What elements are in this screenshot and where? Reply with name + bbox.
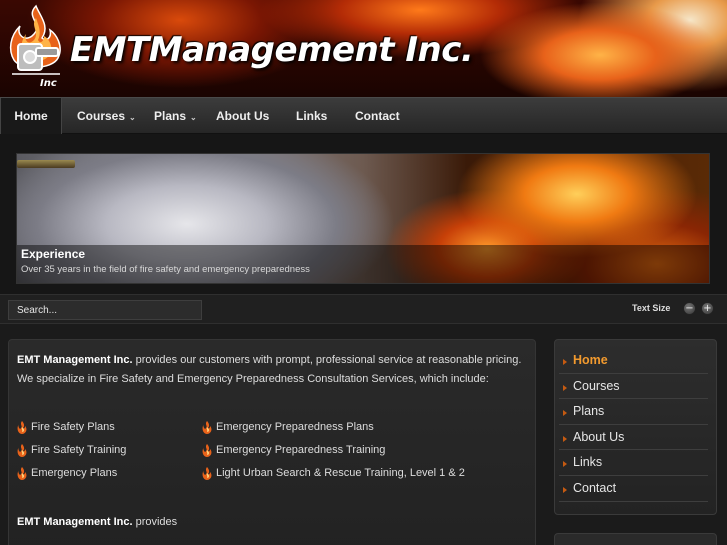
sidebar-item-contact[interactable]: Contact — [559, 476, 708, 502]
provides-text: provides — [132, 516, 178, 528]
list-item: Emergency Preparedness Plans — [202, 416, 465, 439]
nav-contact-label: Contact — [355, 109, 400, 123]
triangle-bullet-icon — [563, 461, 567, 468]
main-nav: Home Courses ⌄ Plans ⌄ About Us Links Cont… — [0, 97, 727, 136]
intro-paragraph: EMT Management Inc. provides our custome… — [17, 351, 527, 389]
nav-home[interactable]: Home — [0, 98, 62, 136]
toolbar: Text Size − + — [0, 294, 727, 324]
list-item: Emergency Preparedness Training — [202, 439, 465, 462]
chevron-down-icon: ⌄ — [190, 113, 197, 122]
triangle-bullet-icon — [563, 410, 567, 417]
slideshow-container: Experience Over 35 years in the field of… — [0, 134, 727, 294]
service-label: Light Urban Search & Rescue Training, Le… — [216, 467, 465, 479]
nav-plans-label: Plans — [154, 109, 187, 123]
list-item: Fire Safety Plans — [17, 416, 126, 439]
services-list-left: Fire Safety Plans Fire Safety Training E… — [17, 416, 126, 485]
nav-about-us[interactable]: About Us — [216, 98, 269, 135]
sidebar-item-links[interactable]: Links — [559, 450, 708, 476]
service-label: Emergency Preparedness Plans — [216, 421, 374, 433]
slide-caption-text: Over 35 years in the field of fire safet… — [21, 264, 310, 275]
flame-icon — [17, 421, 27, 434]
service-label: Fire Safety Training — [31, 444, 127, 456]
svg-text:Inc: Inc — [40, 78, 57, 89]
nav-contact[interactable]: Contact — [355, 98, 400, 135]
flame-icon — [17, 444, 27, 457]
nav-courses-label: Courses — [77, 109, 126, 123]
sidebar-item-about-us[interactable]: About Us — [559, 425, 708, 451]
fire-emblem-icon[interactable]: Inc — [6, 4, 66, 92]
triangle-bullet-icon — [563, 384, 567, 391]
sidebar-item-home[interactable]: Home — [559, 348, 708, 374]
nav-courses[interactable]: Courses ⌄ — [77, 98, 136, 135]
sidebar-secondary-box — [554, 533, 717, 545]
sidebar-item-label: Contact — [573, 480, 617, 495]
list-item: Emergency Plans — [17, 462, 126, 485]
company-name: EMT Management Inc. — [17, 354, 133, 366]
nav-links-label: Links — [296, 109, 328, 123]
triangle-bullet-icon — [563, 359, 567, 365]
nav-home-label: Home — [14, 109, 48, 123]
sidebar-item-courses[interactable]: Courses — [559, 374, 708, 400]
nav-about-us-label: About Us — [216, 109, 270, 123]
service-label: Fire Safety Plans — [31, 421, 115, 433]
slide-caption: Experience Over 35 years in the field of… — [17, 245, 709, 283]
service-label: Emergency Plans — [31, 467, 118, 479]
sidebar-item-plans[interactable]: Plans — [559, 399, 708, 425]
provides-paragraph: EMT Management Inc. provides — [17, 516, 177, 528]
sidebar-item-label: Courses — [573, 378, 620, 393]
triangle-bullet-icon — [563, 435, 567, 442]
text-size-decrease-button[interactable]: − — [683, 302, 696, 315]
sidebar-item-label: About Us — [573, 429, 625, 444]
service-label: Emergency Preparedness Training — [216, 444, 386, 456]
services-list-right: Emergency Preparedness Plans Emergency P… — [202, 416, 465, 485]
slideshow-image[interactable]: Experience Over 35 years in the field of… — [16, 153, 710, 284]
nav-plans[interactable]: Plans ⌄ — [154, 98, 197, 135]
sidebar-item-label: Plans — [573, 404, 605, 419]
main-content: EMT Management Inc. provides our custome… — [8, 339, 536, 545]
flame-icon — [202, 421, 212, 434]
list-item: Fire Safety Training — [17, 439, 126, 462]
flame-icon — [202, 444, 212, 457]
flame-icon — [17, 467, 27, 480]
text-size-increase-button[interactable]: + — [701, 302, 714, 315]
hose-nozzle-graphic — [17, 160, 75, 168]
site-header: Inc EMTManagement Inc. — [0, 0, 727, 97]
nav-links[interactable]: Links — [296, 98, 327, 135]
slide-caption-title: Experience — [21, 247, 86, 261]
search-input[interactable] — [8, 300, 202, 320]
text-size-label: Text Size — [632, 303, 671, 313]
sidebar-item-label: Home — [573, 353, 608, 367]
triangle-bullet-icon — [563, 486, 567, 493]
sidebar-item-label: Links — [573, 455, 603, 470]
list-item: Light Urban Search & Rescue Training, Le… — [202, 462, 465, 485]
chevron-down-icon: ⌄ — [129, 113, 136, 122]
flame-icon — [202, 467, 212, 480]
sidebar-menu: Home Courses Plans About Us Links Contac… — [554, 339, 717, 515]
site-logo-text[interactable]: EMTManagement Inc. — [70, 30, 474, 70]
company-name: EMT Management Inc. — [17, 516, 133, 528]
